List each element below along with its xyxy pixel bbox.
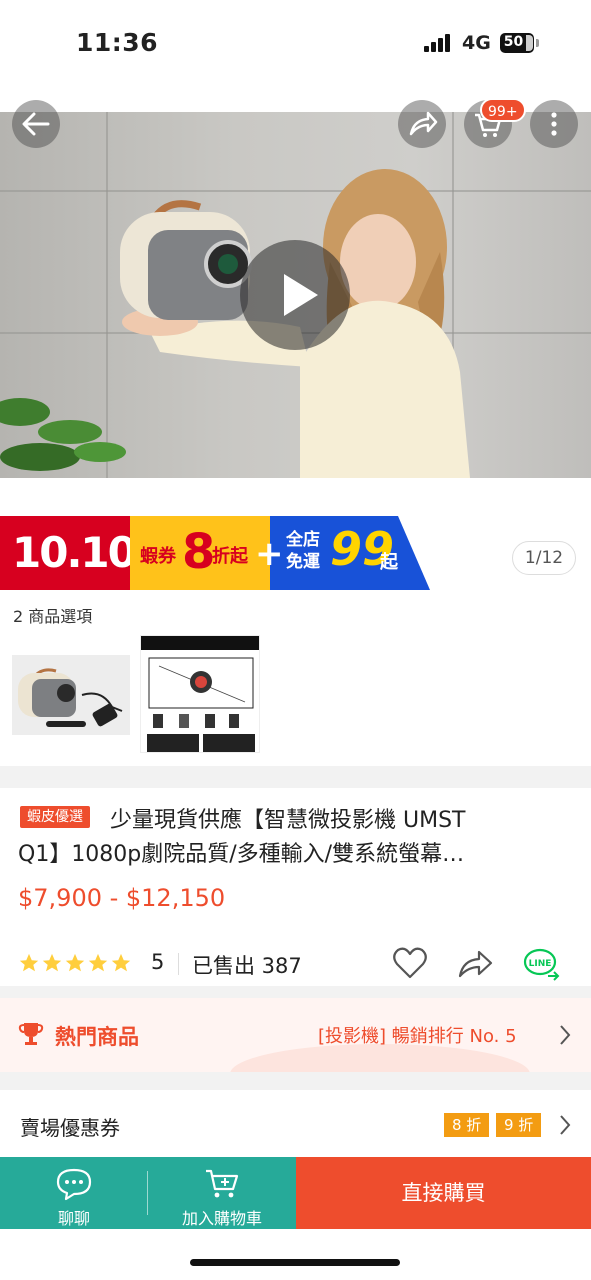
hot-product-rank: [投影機] 暢銷排行 No. 5 — [318, 1026, 517, 1047]
network-type: 4G — [462, 32, 491, 54]
promo-1010: 10.10 — [0, 516, 137, 590]
bottom-action-bar: 聊聊 加入購物車 直接購買 — [0, 1157, 591, 1229]
rating-stars — [18, 952, 133, 976]
product-price: $7,900 - $12,150 — [18, 884, 226, 912]
add-cart-icon — [206, 1169, 239, 1198]
star-icon — [88, 953, 108, 972]
share-icon — [409, 111, 438, 136]
options-label: 2 商品選項 — [13, 607, 93, 626]
voucher-chip[interactable]: 9 折 — [496, 1113, 542, 1137]
chevron-right-icon[interactable] — [558, 1114, 572, 1136]
option-thumbnail-2[interactable] — [140, 635, 260, 753]
play-icon — [284, 274, 318, 316]
buy-now-button[interactable]: 直接購買 — [296, 1157, 591, 1229]
section-divider — [0, 1072, 591, 1090]
star-icon — [65, 953, 85, 972]
home-indicator[interactable] — [190, 1259, 400, 1266]
preferred-tag: 蝦皮優選 — [20, 806, 90, 828]
size-chart-thumbnail — [141, 636, 259, 752]
promo-free-shipping: 全店免運 99 起 — [270, 516, 430, 590]
signal-icon — [424, 34, 454, 52]
voucher-chip[interactable]: 8 折 — [444, 1113, 490, 1137]
battery-level: 50 — [503, 34, 524, 50]
more-button[interactable] — [530, 100, 578, 148]
promo-plus: + — [255, 534, 284, 574]
play-video-button[interactable] — [240, 240, 350, 350]
star-icon — [111, 953, 131, 972]
hot-product-title: 熱門商品 — [55, 1025, 139, 1049]
rating-divider — [178, 953, 179, 975]
rating-value: 5 — [151, 950, 165, 974]
status-time: 11:36 — [76, 28, 159, 57]
add-to-cart-label: 加入購物車 — [181, 1209, 262, 1228]
section-divider — [0, 986, 591, 998]
arrow-left-icon — [22, 112, 50, 136]
trophy-icon — [18, 1023, 44, 1045]
product-title-line1: 少量現貨供應【智慧微投影機 UMST — [110, 808, 466, 833]
chat-label: 聊聊 — [57, 1209, 90, 1228]
svg-text:LINE: LINE — [529, 959, 552, 969]
heart-icon[interactable] — [392, 946, 428, 980]
option-thumbnail-1[interactable] — [12, 655, 130, 735]
section-divider — [0, 766, 591, 788]
promo-voucher: 蝦券 8 折起 — [130, 516, 270, 590]
chat-button[interactable]: 聊聊 — [0, 1157, 148, 1229]
share-button[interactable] — [398, 100, 446, 148]
status-bar: 11:36 4G 50 — [0, 0, 591, 90]
star-icon — [19, 953, 39, 972]
image-counter: 1/12 — [512, 541, 576, 575]
cart-badge: 99+ — [480, 98, 526, 122]
chat-icon — [56, 1168, 92, 1201]
promo-banner[interactable]: 10.10 蝦券 8 折起 + 全店免運 99 起 — [0, 516, 430, 590]
home-area — [0, 1229, 591, 1280]
product-page: 11:36 4G 50 99+ 10.10 蝦券 8 折起 + 全店免運 99 … — [0, 0, 591, 1280]
star-icon — [42, 953, 62, 972]
product-title-line2: Q1】1080p劇院品質/多種輸入/雙系統螢幕… — [18, 842, 465, 867]
projector-thumbnail — [12, 655, 130, 735]
add-to-cart-button[interactable]: 加入購物車 — [148, 1157, 296, 1229]
sold-count: 已售出 387 — [192, 954, 302, 978]
share-icon[interactable] — [457, 948, 495, 980]
more-vertical-icon — [551, 112, 557, 136]
shop-vouchers-title[interactable]: 賣場優惠券 — [20, 1112, 120, 1141]
hot-product-banner[interactable]: 熱門商品 [投影機] 暢銷排行 No. 5 — [0, 998, 591, 1072]
chevron-right-icon — [560, 1025, 571, 1045]
back-button[interactable] — [12, 100, 60, 148]
line-share-icon[interactable]: LINE — [522, 946, 562, 982]
battery-icon: 50 — [500, 33, 534, 53]
